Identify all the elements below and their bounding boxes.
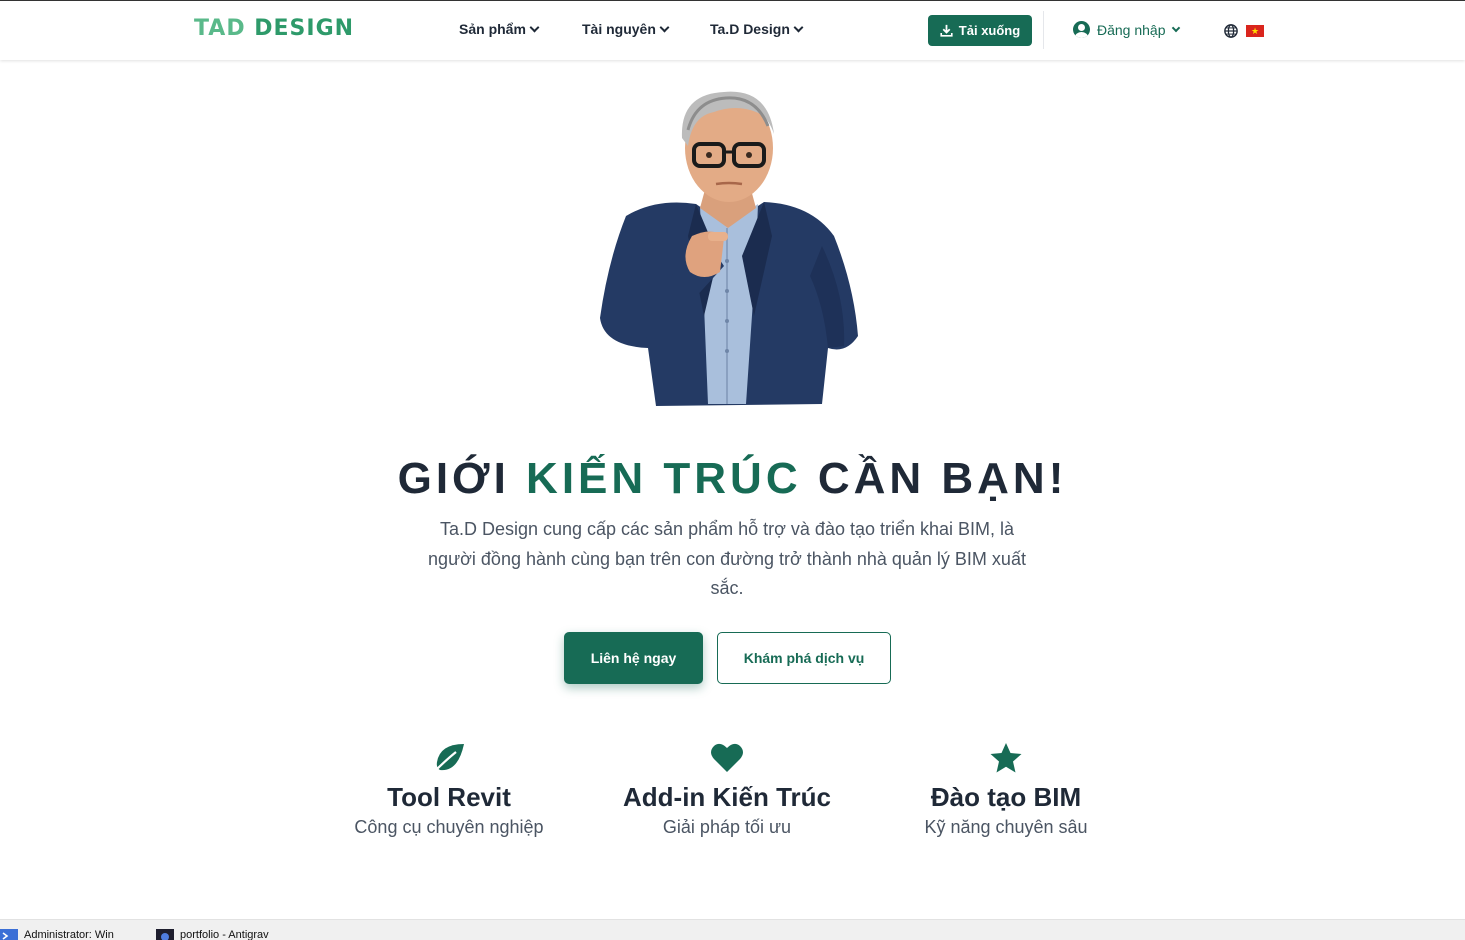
flag-star: ★ [1250, 25, 1260, 36]
globe-icon[interactable] [1224, 24, 1238, 38]
explore-services-button[interactable]: Khám phá dịch vụ [717, 632, 891, 684]
contact-button[interactable]: Liên hệ ngay [564, 632, 703, 684]
site-header: TAD DESIGN Sản phẩm Tài nguyên Ta.D Desi… [0, 0, 1465, 60]
headline-part-1: GIỚI [397, 454, 527, 503]
download-label: Tải xuống [958, 23, 1021, 38]
nav-item-products[interactable]: Sản phẩm [459, 21, 540, 37]
taskbar-item-antigravity[interactable]: portfolio - Antigrav [156, 929, 269, 940]
taskbar: Administrator: Win portfolio - Antigrav [0, 919, 1465, 940]
nav-label: Sản phẩm [459, 21, 526, 37]
feature-subtitle: Kỹ năng chuyên sâu [924, 817, 1088, 837]
feature-tool-revit: Tool Revit Công cụ chuyên nghiệp [319, 740, 579, 839]
nav-label: Tài nguyên [582, 21, 656, 37]
nav-label: Ta.D Design [710, 21, 790, 37]
chevron-down-icon [793, 22, 804, 32]
logo[interactable]: TAD DESIGN [194, 17, 354, 41]
hero-headline: GIỚI KIẾN TRÚC CẦN BẠN! [0, 452, 1465, 506]
chevron-down-icon [529, 22, 540, 32]
user-icon [1073, 21, 1090, 38]
feature-title: Add-in Kiến Trúc [623, 782, 831, 812]
nav-item-tad-design[interactable]: Ta.D Design [710, 21, 804, 37]
businessman-illustration [600, 91, 858, 406]
nav-item-resources[interactable]: Tài nguyên [582, 21, 670, 37]
leaf-icon [433, 744, 464, 773]
feature-addin: Add-in Kiến Trúc Giải pháp tối ưu [597, 740, 857, 839]
hero-subtitle: Ta.D Design cung cấp các sản phẩm hỗ trợ… [428, 519, 1026, 598]
feature-title: Tool Revit [387, 782, 511, 812]
logo-text-tad: TAD [194, 16, 255, 41]
feature-title: Đào tạo BIM [930, 782, 1082, 812]
star-icon [990, 743, 1022, 773]
taskbar-label: Administrator: Win [24, 929, 114, 940]
headline-accent: KIẾN TRÚC [526, 454, 802, 503]
header-divider [1043, 11, 1044, 49]
app-icon [156, 929, 174, 940]
download-button[interactable]: Tải xuống [928, 15, 1032, 46]
login-label: Đăng nhập [1097, 21, 1166, 38]
headline-part-2: CẦN BẠN! [801, 454, 1068, 503]
feature-subtitle: Giải pháp tối ưu [662, 817, 792, 837]
feature-bim-training: Đào tạo BIM Kỹ năng chuyên sâu [876, 740, 1136, 839]
chevron-down-icon [659, 22, 670, 32]
taskbar-label: portfolio - Antigrav [180, 929, 269, 940]
download-icon [940, 24, 953, 37]
terminal-icon [0, 929, 18, 940]
heart-icon [711, 743, 743, 772]
logo-text-design: DESIGN [254, 16, 355, 41]
vietnam-flag-icon[interactable]: ★ [1246, 25, 1264, 37]
feature-subtitle: Công cụ chuyên nghiệp [354, 817, 544, 837]
chevron-down-icon [1171, 23, 1180, 32]
login-button[interactable]: Đăng nhập [1073, 21, 1180, 38]
taskbar-item-terminal[interactable]: Administrator: Win [0, 929, 114, 940]
